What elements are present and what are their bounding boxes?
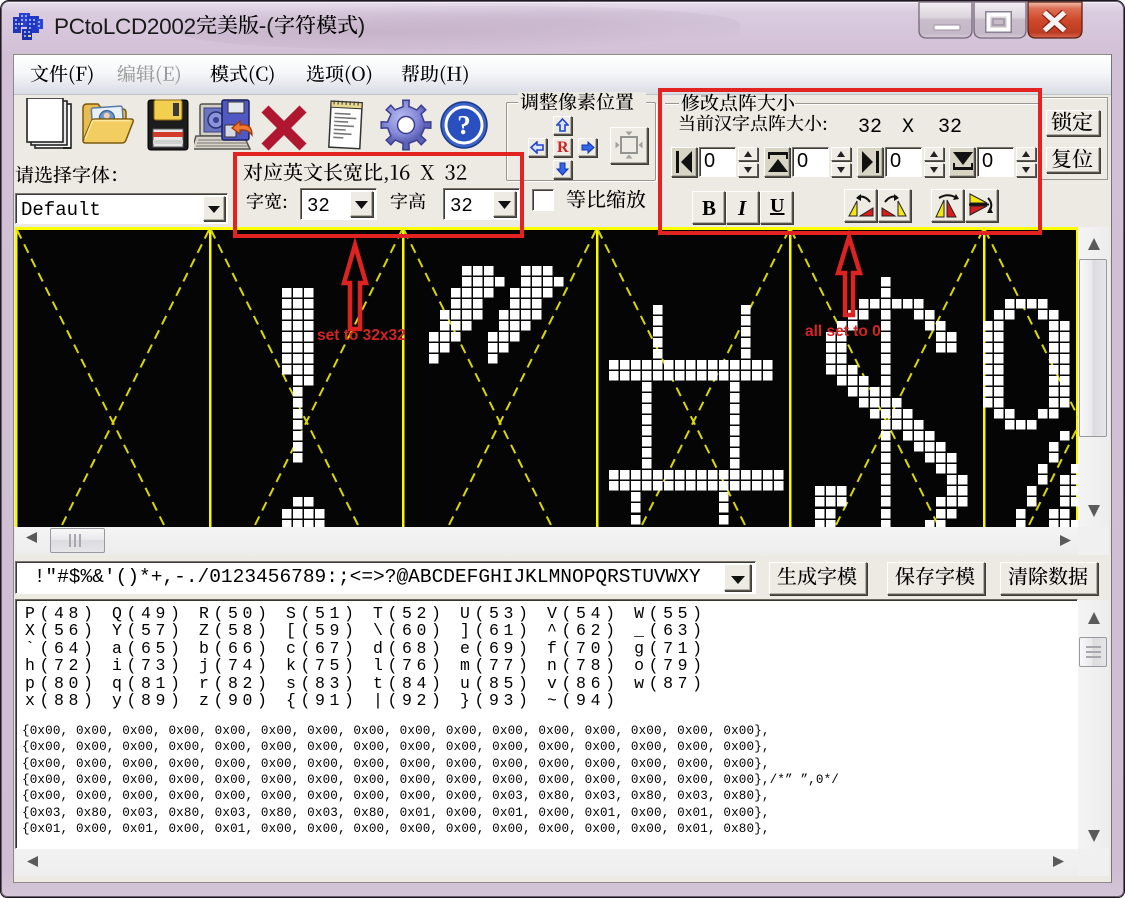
svg-text:?: ? — [457, 110, 471, 140]
